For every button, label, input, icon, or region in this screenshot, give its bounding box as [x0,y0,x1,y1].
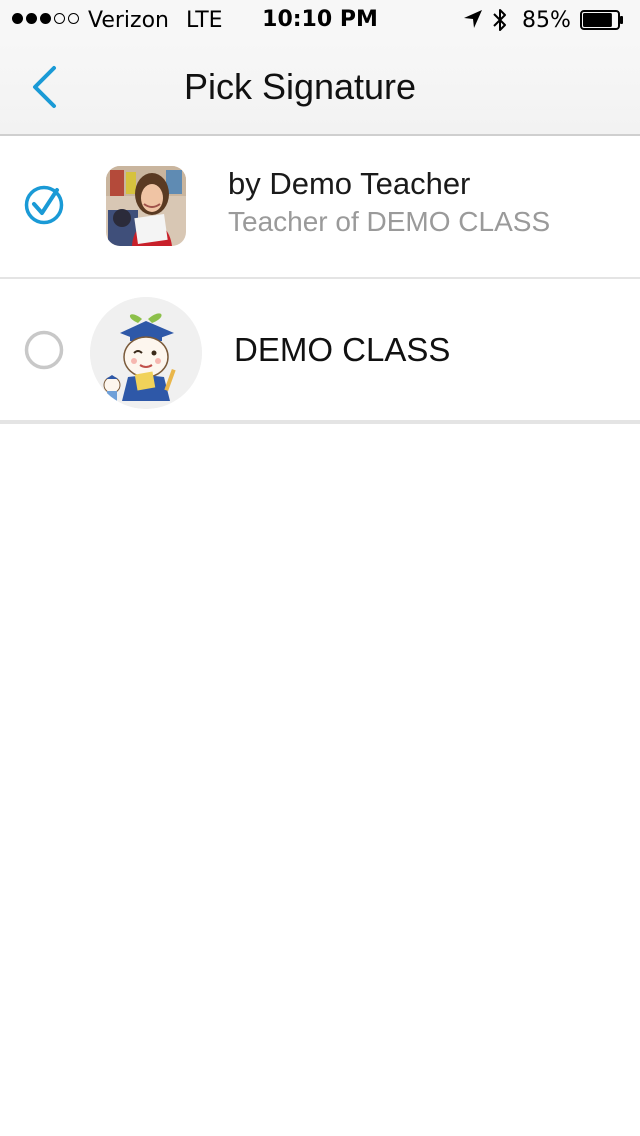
battery-icon [580,10,623,30]
class-mascot-avatar [90,297,202,409]
signature-name: DEMO CLASS [234,331,451,368]
page-title: Pick Signature [183,66,417,107]
signature-option-teacher[interactable]: by Demo Teacher Teacher of DEMO CLASS [0,136,640,279]
teacher-avatar [106,166,186,246]
status-bar: Verizon LTE 10:10 PM 85% [0,0,640,40]
battery-percentage: 85% [522,8,571,33]
checked-radio-icon[interactable] [24,185,64,225]
signature-list: by Demo Teacher Teacher of DEMO CLASS DE… [0,136,640,424]
bluetooth-icon [493,9,506,31]
screen: Verizon LTE 10:10 PM 85% Pick Signature [0,0,640,1136]
signature-name: by Demo Teacher [228,166,471,201]
location-arrow-icon [464,10,482,28]
navigation-bar: Pick Signature [0,40,640,136]
unchecked-radio-icon[interactable] [24,330,64,370]
signature-option-class[interactable]: DEMO CLASS [0,279,640,424]
signature-subtitle: Teacher of DEMO CLASS [228,206,551,237]
